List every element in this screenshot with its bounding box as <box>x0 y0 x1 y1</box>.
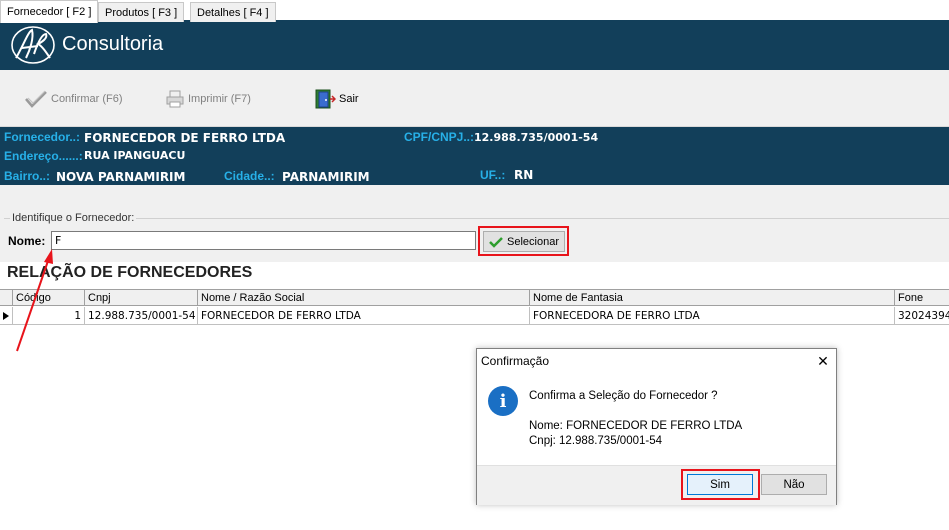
info-icon: i <box>488 386 518 416</box>
cpf-value: 12.988.735/0001-54 <box>474 131 599 144</box>
no-button[interactable]: Não <box>761 474 827 495</box>
yes-button[interactable]: Sim <box>687 474 753 495</box>
tab-fornecedor[interactable]: Fornecedor [ F2 ] <box>0 0 99 23</box>
header-banner: Consultoria <box>0 20 949 70</box>
nome-label: Nome: <box>8 234 46 248</box>
row-pointer-icon <box>3 311 9 320</box>
column-header-cnpj[interactable]: Cnpj <box>85 290 198 306</box>
cidade-value: PARNAMIRIM <box>282 170 370 184</box>
bairro-label: Bairro..: <box>4 169 51 183</box>
toolbar: Confirmar (F6) Imprimir (F7) Sair <box>0 70 949 127</box>
confirmation-dialog: Confirmação ✕ i Confirma a Seleção do Fo… <box>476 348 837 505</box>
table-cell-fantasia[interactable]: FORNECEDORA DE FERRO LTDA <box>530 307 895 325</box>
cpf-label: CPF/CNPJ..: <box>404 130 475 144</box>
endereco-label: Endereço......: <box>4 149 83 163</box>
uf-value: RN <box>514 168 534 182</box>
dialog-message: Confirma a Seleção do Fornecedor ? <box>529 390 718 402</box>
group-divider <box>4 218 949 219</box>
table-cell-codigo[interactable]: 1 <box>13 307 85 325</box>
print-label: Imprimir (F7) <box>188 93 251 105</box>
dialog-title: Confirmação <box>481 354 550 368</box>
nome-input[interactable] <box>51 231 476 250</box>
table-cell-razao-social[interactable]: FORNECEDOR DE FERRO LTDA <box>198 307 530 325</box>
table-cell-cnpj[interactable]: 12.988.735/0001-54 <box>85 307 198 325</box>
brand-name: Consultoria <box>62 33 164 55</box>
tab-detalhes[interactable]: Detalhes [ F4 ] <box>190 2 276 22</box>
grid-indicator-header <box>0 290 13 306</box>
uf-label: UF..: <box>480 168 506 182</box>
select-label: Selecionar <box>507 235 559 248</box>
dialog-cnpj-line: Cnpj: 12.988.735/0001-54 <box>529 435 662 447</box>
row-indicator <box>0 307 13 325</box>
confirm-label: Confirmar (F6) <box>51 93 123 105</box>
fornecedor-label: Fornecedor..: <box>4 130 81 144</box>
bairro-value: NOVA PARNAMIRIM <box>56 170 186 184</box>
column-header-razao-social[interactable]: Nome / Razão Social <box>198 290 530 306</box>
list-title: RELAÇÃO DE FORNECEDORES <box>7 264 253 281</box>
tab-bar <box>0 185 949 208</box>
check-icon <box>25 90 47 108</box>
fornecedor-value: FORNECEDOR DE FERRO LTDA <box>84 131 286 145</box>
endereco-value: RUA IPANGUACU <box>84 149 186 162</box>
company-logo-icon <box>8 24 58 66</box>
exit-door-icon <box>315 89 336 109</box>
close-icon[interactable]: ✕ <box>815 353 831 369</box>
confirm-button[interactable]: Confirmar (F6) <box>24 86 123 112</box>
column-header-fone[interactable]: Fone <box>895 290 949 306</box>
table-cell-fone[interactable]: 32024394 <box>895 307 949 325</box>
column-header-fantasia[interactable]: Nome de Fantasia <box>530 290 895 306</box>
select-button[interactable]: Selecionar <box>483 231 565 252</box>
group-title: Identifique o Fornecedor: <box>10 212 137 224</box>
exit-button[interactable]: Sair <box>314 86 359 112</box>
cidade-label: Cidade..: <box>224 169 275 183</box>
exit-label: Sair <box>339 93 359 105</box>
column-header-codigo[interactable]: Código <box>13 290 85 306</box>
dialog-nome-line: Nome: FORNECEDOR DE FERRO LTDA <box>529 420 743 432</box>
printer-icon <box>166 90 184 108</box>
green-check-icon <box>489 236 503 248</box>
tab-produtos[interactable]: Produtos [ F3 ] <box>98 2 185 22</box>
print-button[interactable]: Imprimir (F7) <box>165 86 251 112</box>
